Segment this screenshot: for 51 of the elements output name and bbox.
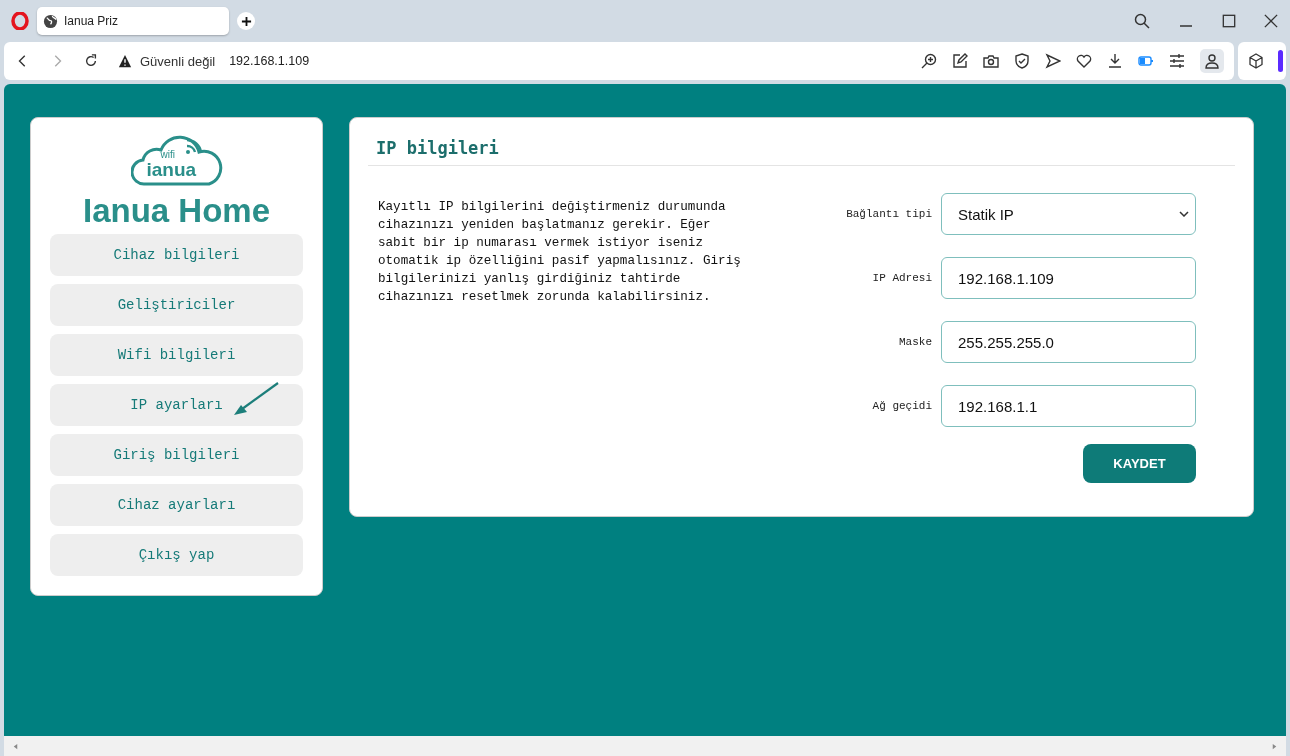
menu-item[interactable]: IP ayarları (50, 384, 303, 426)
download-icon[interactable] (1107, 53, 1123, 69)
maximize-icon[interactable] (1222, 14, 1236, 28)
profile-button[interactable] (1200, 49, 1224, 73)
caret-icon (1179, 211, 1189, 217)
panel-title: IP bilgileri (368, 130, 1235, 166)
input-field[interactable]: 255.255.255.0 (941, 321, 1196, 363)
browser-tab[interactable]: Ianua Priz (37, 7, 229, 35)
person-icon (1204, 53, 1220, 69)
horizontal-scrollbar[interactable] (4, 736, 1286, 756)
scroll-left-icon[interactable] (12, 742, 19, 750)
camera-icon[interactable] (983, 53, 999, 69)
sliders-icon[interactable] (1169, 53, 1185, 69)
menu-item[interactable]: Cihaz ayarları (50, 484, 303, 526)
cloud-logo: wifi ianua (130, 134, 223, 186)
zoom-in-icon[interactable] (921, 53, 937, 69)
sidebar-toggle[interactable] (1278, 50, 1283, 72)
menu-item[interactable]: Geliştiriciler (50, 284, 303, 326)
warning-icon (118, 54, 132, 68)
menu-item[interactable]: Wifi bilgileri (50, 334, 303, 376)
field-label: Maske (899, 336, 932, 348)
cube-icon[interactable] (1248, 53, 1264, 69)
search-icon[interactable] (1134, 13, 1150, 29)
close-icon[interactable] (1264, 14, 1278, 28)
field-label: Ağ geçidi (872, 400, 932, 412)
input-field[interactable]: 192.168.1.109 (941, 257, 1196, 299)
annotation-arrow (232, 381, 280, 417)
plus-icon (240, 15, 252, 27)
heart-icon[interactable] (1076, 53, 1092, 69)
menu-item[interactable]: Cihaz bilgileri (50, 234, 303, 276)
battery-icon[interactable] (1138, 53, 1154, 69)
description-text: Kayıtlı IP bilgilerini değiştirmeniz durumunda cihazınızı yeniden başlatmanız gerekir. Eğer sabit bir ip numarası vermek istiyor iseniz otomatik ip özelliğini pasif yapmalısınız. Giriş bilgilerinizi yanlış girdiğiniz tahtirde cihazınızı resetlmek zorunda kalabilirsiniz. (378, 199, 742, 306)
app-title: Ianua Home (82, 192, 270, 230)
address-bar[interactable]: Güvenli değil 192.168.1.109 (4, 42, 1234, 80)
connection-type-dropdown[interactable]: Statik IP (941, 193, 1196, 235)
globe-icon (43, 13, 58, 29)
menu-item[interactable]: Giriş bilgileri (50, 434, 303, 476)
field-label: Bağlantı tipi (846, 208, 932, 220)
url-text[interactable]: 192.168.1.109 (229, 54, 310, 68)
new-tab-button[interactable] (237, 12, 255, 30)
edit-icon[interactable] (952, 53, 968, 69)
send-icon[interactable] (1045, 53, 1061, 69)
field-label: IP Adresi (872, 272, 932, 284)
security-label[interactable]: Güvenli değil (140, 53, 216, 69)
scroll-right-icon[interactable] (1271, 742, 1278, 750)
shield-icon[interactable] (1014, 53, 1030, 69)
save-button[interactable]: KAYDET (1083, 444, 1196, 483)
input-field[interactable]: 192.168.1.1 (941, 385, 1196, 427)
menu-item[interactable]: Çıkış yap (50, 534, 303, 576)
reload-icon[interactable] (84, 54, 98, 68)
browser-logo-icon[interactable] (11, 12, 29, 30)
